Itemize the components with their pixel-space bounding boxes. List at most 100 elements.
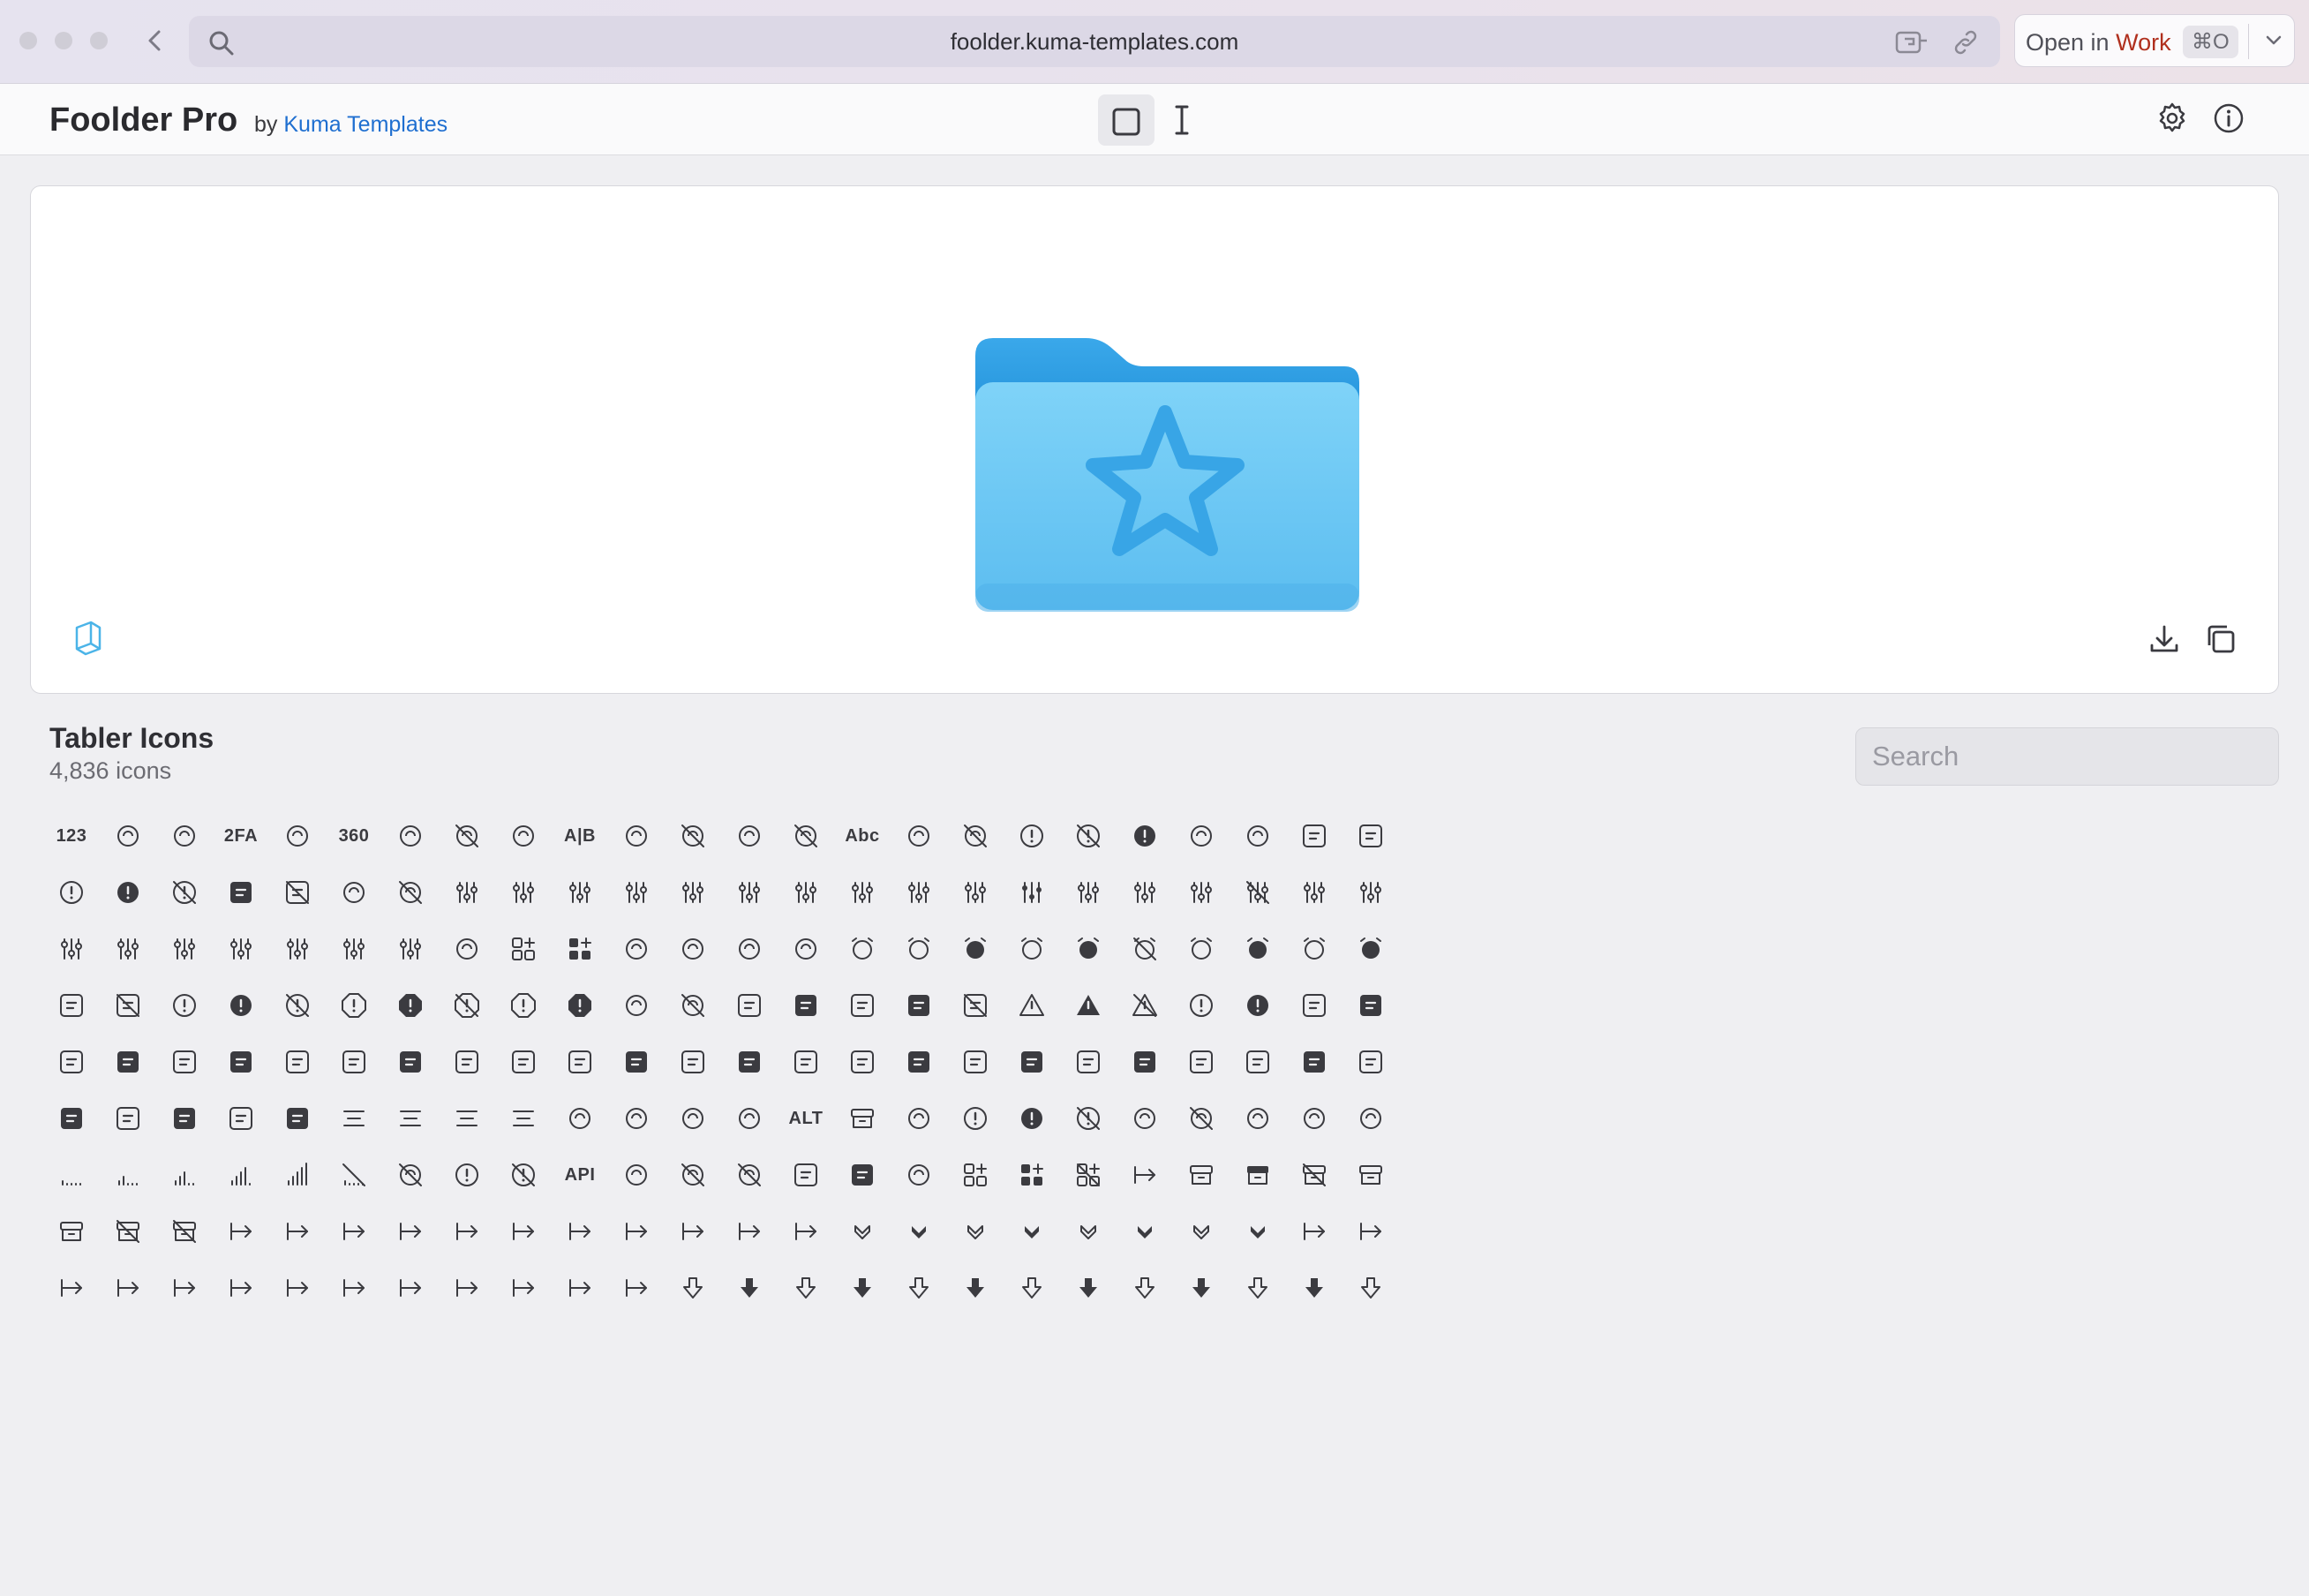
align-box-right-middle-filled-icon[interactable] — [1116, 1033, 1174, 1091]
arrow-bar-to-down-icon[interactable] — [155, 1259, 214, 1317]
align-box-top-left-filled-icon[interactable] — [155, 1089, 214, 1148]
address-book-off-icon[interactable] — [381, 863, 440, 922]
arrow-bar-both-icon[interactable] — [1285, 1202, 1343, 1261]
ad-circle-off-icon[interactable] — [155, 863, 214, 922]
analyze-icon[interactable] — [946, 1089, 1004, 1148]
apps-filled-icon[interactable] — [1003, 1146, 1061, 1204]
antenna-bars-1-icon[interactable] — [42, 1146, 101, 1204]
arrow-big-down-lines-icon[interactable] — [890, 1259, 948, 1317]
adjustments-question-icon[interactable] — [99, 920, 157, 978]
adjustments-horizontal-icon[interactable] — [1116, 863, 1174, 922]
search-input[interactable] — [1855, 727, 2279, 786]
align-box-center-bottom-icon[interactable] — [268, 1033, 327, 1091]
align-box-right-top-icon[interactable] — [1229, 1033, 1287, 1091]
folder-mode-toggle[interactable] — [1098, 94, 1154, 146]
alarm-minus-icon[interactable] — [1003, 920, 1061, 978]
address-book-icon[interactable] — [325, 863, 383, 922]
aerial-lift-icon[interactable] — [438, 920, 496, 978]
affiliate-filled-icon[interactable] — [551, 920, 609, 978]
align-box-center-middle-icon[interactable] — [325, 1033, 383, 1091]
arrow-big-down-line-icon[interactable] — [777, 1259, 835, 1317]
align-box-right-middle-icon[interactable] — [1059, 1033, 1117, 1091]
arrow-bar-right-icon[interactable] — [99, 1259, 157, 1317]
antenna-icon[interactable] — [1342, 1089, 1400, 1148]
arrow-big-right-icon[interactable] — [1342, 1259, 1400, 1317]
minimize-window-button[interactable] — [55, 32, 72, 49]
arrow-big-left-lines-filled-icon[interactable] — [1285, 1259, 1343, 1317]
arrow-autofit-right-icon[interactable] — [494, 1202, 553, 1261]
alert-square-rounded-filled-icon[interactable] — [890, 976, 948, 1035]
adjustments-heart-icon[interactable] — [1059, 863, 1117, 922]
adjustments-pin-icon[interactable] — [1342, 863, 1400, 922]
link-icon[interactable] — [1951, 28, 1981, 56]
arrow-badge-right-icon[interactable] — [1059, 1202, 1117, 1261]
analyze-off-icon[interactable] — [1059, 1089, 1117, 1148]
alphabet-cyrillic-icon[interactable] — [607, 1089, 666, 1148]
alert-triangle-off-icon[interactable] — [1116, 976, 1174, 1035]
3d-shape-icon[interactable] — [70, 619, 105, 658]
adjustments-bolt-icon[interactable] — [551, 863, 609, 922]
alert-square-rounded-off-icon[interactable] — [946, 976, 1004, 1035]
adjustments-pause-icon[interactable] — [1285, 863, 1343, 922]
accessible-filled-icon[interactable] — [1116, 807, 1174, 865]
align-box-center-top-icon[interactable] — [494, 1033, 553, 1091]
arrow-back-icon[interactable] — [664, 1202, 722, 1261]
arrow-bar-down-icon[interactable] — [1342, 1202, 1400, 1261]
adjustments-alt-icon[interactable] — [494, 863, 553, 922]
accessible-off-icon[interactable] — [1059, 807, 1117, 865]
align-box-right-top-filled-icon[interactable] — [1285, 1033, 1343, 1091]
arrow-autofit-content-icon[interactable] — [212, 1202, 270, 1261]
album-off-icon[interactable] — [99, 976, 157, 1035]
arrow-badge-left-filled-icon[interactable] — [1003, 1202, 1061, 1261]
arrow-autofit-width-icon[interactable] — [607, 1202, 666, 1261]
alert-octagon-filled-icon[interactable] — [551, 976, 609, 1035]
align-box-bottom-left-icon[interactable] — [42, 1033, 101, 1091]
adjustments-up-icon[interactable] — [325, 920, 383, 978]
adjustments-down-icon[interactable] — [890, 863, 948, 922]
icon-label-api[interactable]: API — [551, 1146, 609, 1204]
icon-label-alt[interactable]: ALT — [777, 1089, 835, 1148]
aperture-off-icon[interactable] — [494, 1146, 553, 1204]
alert-octagon-icon[interactable] — [494, 976, 553, 1035]
arrow-badge-down-filled-icon[interactable] — [890, 1202, 948, 1261]
arrow-bar-to-left-icon[interactable] — [212, 1259, 270, 1317]
alarm-filled-icon[interactable] — [946, 920, 1004, 978]
adjustments-plus-icon[interactable] — [42, 920, 101, 978]
arrow-big-left-icon[interactable] — [1003, 1259, 1061, 1317]
3d-rotate-icon[interactable] — [494, 807, 553, 865]
rotate-12-icon[interactable] — [99, 807, 157, 865]
alarm-snooze-filled-icon[interactable] — [1342, 920, 1400, 978]
apple-icon[interactable] — [890, 1146, 948, 1204]
align-box-left-middle-icon[interactable] — [664, 1033, 722, 1091]
arrow-badge-down-icon[interactable] — [833, 1202, 891, 1261]
arrow-autofit-height-icon[interactable] — [381, 1202, 440, 1261]
alphabet-latin-icon[interactable] — [720, 1089, 778, 1148]
alarm-off-icon[interactable] — [1116, 920, 1174, 978]
align-box-left-top-icon[interactable] — [833, 1033, 891, 1091]
align-box-bottom-right-icon[interactable] — [155, 1033, 214, 1091]
apps-icon[interactable] — [946, 1146, 1004, 1204]
adjustments-share-icon[interactable] — [212, 920, 270, 978]
icon-label-2fa[interactable]: 2FA — [212, 807, 270, 865]
adjustments-search-icon[interactable] — [155, 920, 214, 978]
antenna-bars-4-icon[interactable] — [212, 1146, 270, 1204]
align-box-bottom-right-filled-icon[interactable] — [212, 1033, 270, 1091]
align-box-top-right-filled-icon[interactable] — [268, 1089, 327, 1148]
alert-circle-filled-icon[interactable] — [212, 976, 270, 1035]
ankh-icon[interactable] — [1285, 1089, 1343, 1148]
align-box-bottom-left-filled-icon[interactable] — [99, 1033, 157, 1091]
align-box-left-stretch-icon[interactable] — [777, 1033, 835, 1091]
adjustments-x-icon[interactable] — [381, 920, 440, 978]
armchair-2-icon[interactable] — [42, 1202, 101, 1261]
arrow-big-left-line-filled-icon[interactable] — [1172, 1259, 1230, 1317]
adjustments-minus-icon[interactable] — [1172, 863, 1230, 922]
text-cursor-icon[interactable] — [1170, 103, 1193, 137]
abacus-off-icon[interactable] — [777, 807, 835, 865]
antenna-bars-off-icon[interactable] — [325, 1146, 383, 1204]
adjustments-dollar-icon[interactable] — [833, 863, 891, 922]
app-window-icon[interactable] — [777, 1146, 835, 1204]
alarm-snooze-icon[interactable] — [1285, 920, 1343, 978]
arrow-badge-up-filled-icon[interactable] — [1229, 1202, 1287, 1261]
back-button[interactable] — [141, 25, 168, 56]
arrow-badge-right-filled-icon[interactable] — [1116, 1202, 1174, 1261]
